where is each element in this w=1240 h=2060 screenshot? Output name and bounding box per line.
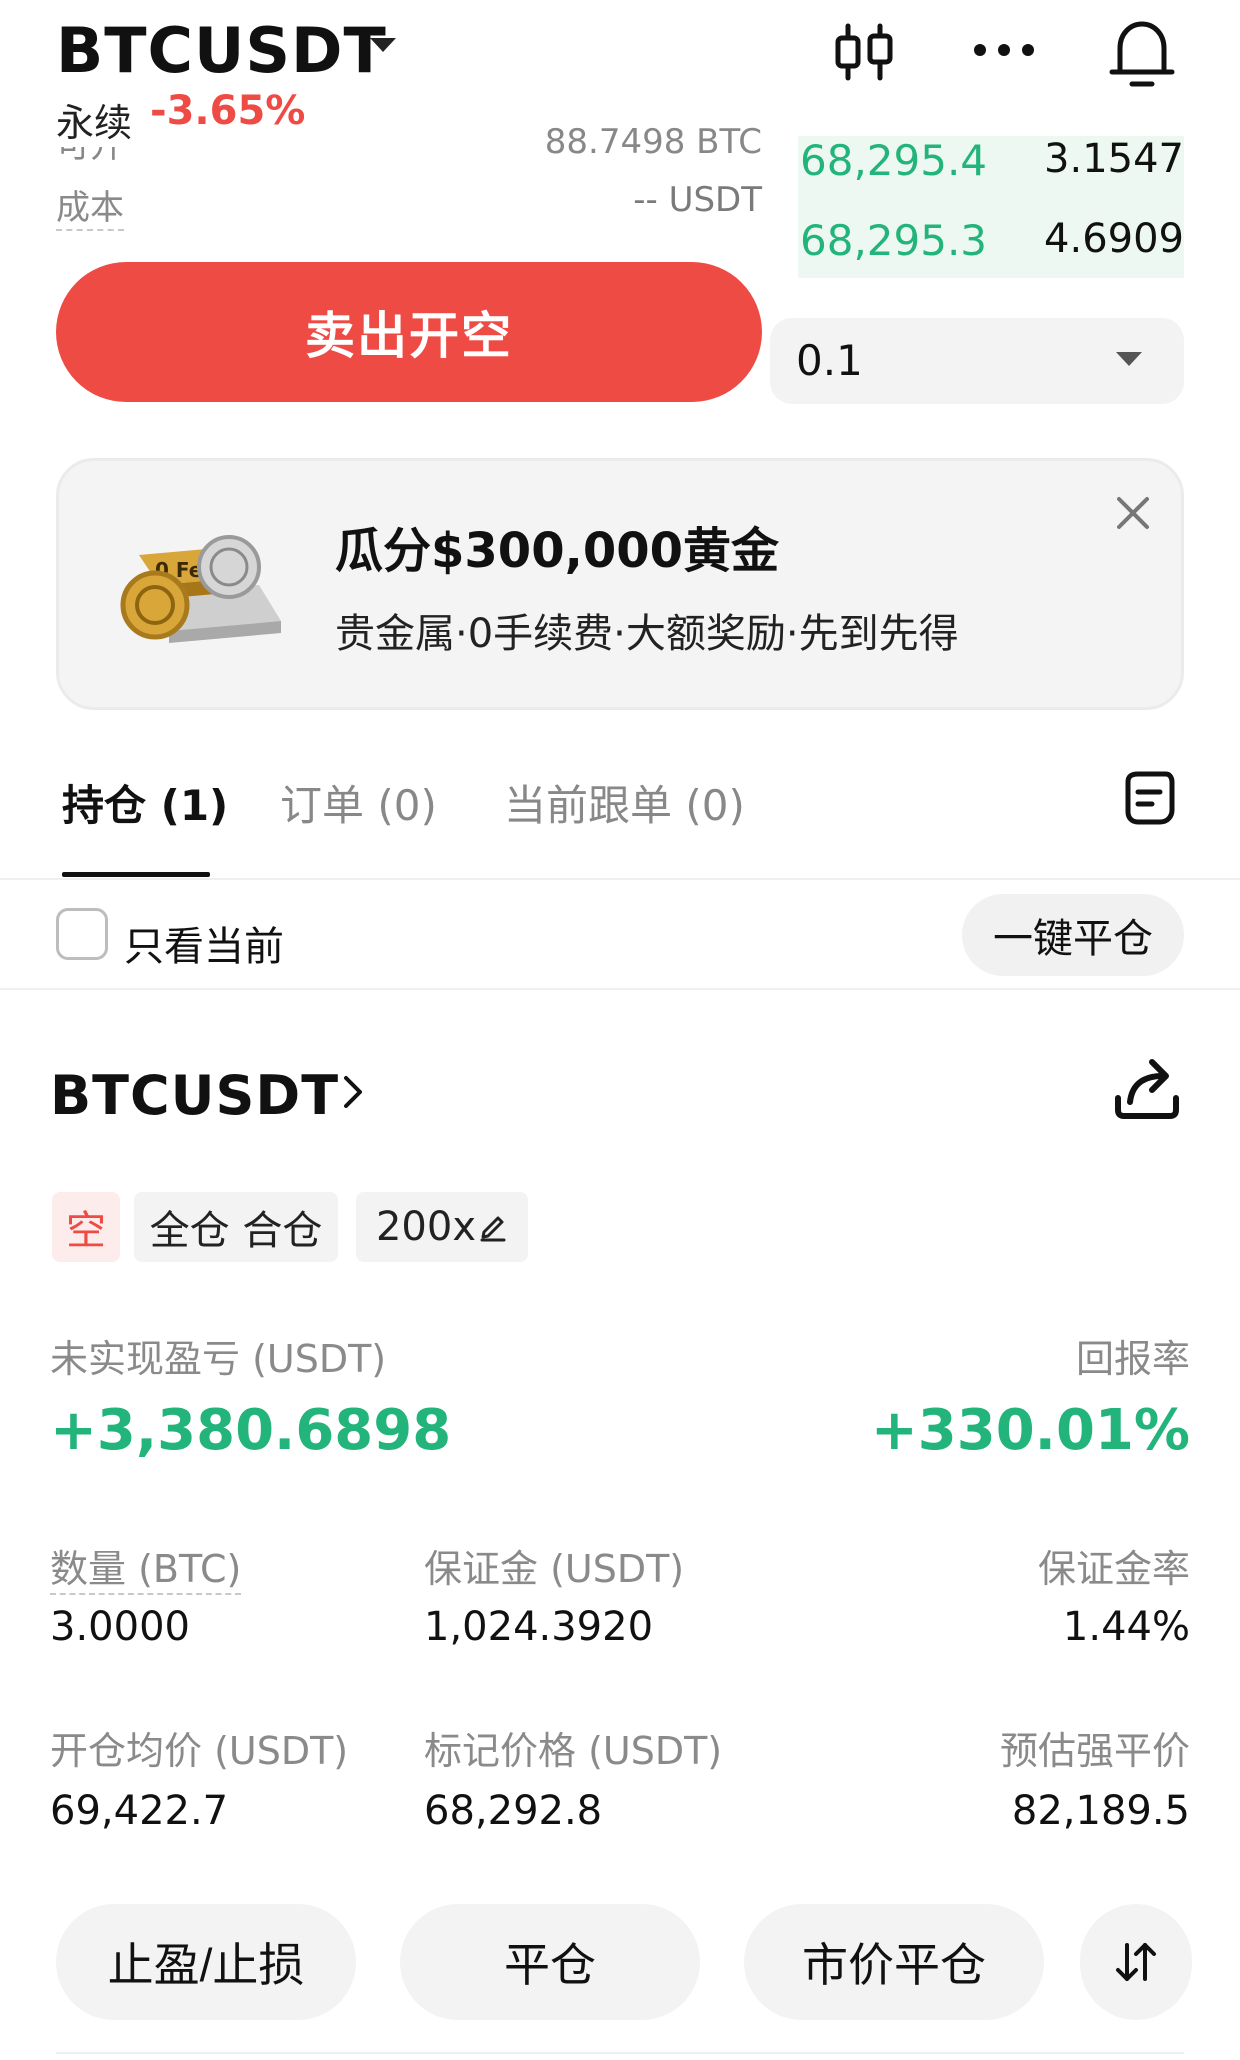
orderbook-row[interactable]: 68,295.3 4.6909 — [798, 216, 1184, 286]
mark-price-label: 标记价格 (USDT) — [424, 1729, 723, 1773]
promo-subtitle: 贵金属·0手续费·大额奖励·先到先得 — [335, 611, 959, 657]
margin-value: 1,024.3920 — [424, 1604, 654, 1650]
tab-orders[interactable]: 订单 (0) — [280, 772, 437, 833]
divider — [0, 988, 1240, 990]
position-symbol[interactable]: BTCUSDT — [50, 1064, 339, 1127]
liquidation-price-value: 82,189.5 — [1011, 1788, 1190, 1834]
sell-open-short-button[interactable]: 卖出开空 — [56, 262, 762, 402]
unrealized-pnl-label: 未实现盈亏 (USDT) — [50, 1337, 387, 1381]
chevron-right-icon[interactable] — [338, 1070, 368, 1114]
price-change-percent: -3.65% — [150, 88, 306, 134]
contract-type-label: 永续 — [56, 92, 133, 147]
entry-price-value: 69,422.7 — [50, 1788, 229, 1834]
mark-price-value: 68,292.8 — [424, 1788, 603, 1834]
close-position-button[interactable]: 平仓 — [400, 1904, 700, 2020]
more-icon[interactable] — [970, 24, 1038, 76]
swap-arrows-icon — [1116, 1943, 1156, 1981]
entry-price-label: 开仓均价 (USDT) — [50, 1729, 349, 1773]
roi-value: +330.01% — [870, 1398, 1190, 1463]
divider — [56, 2052, 1184, 2054]
promo-title: 瓜分$300,000黄金 — [335, 523, 780, 579]
tab-positions[interactable]: 持仓 (1) — [62, 772, 228, 833]
only-current-label[interactable]: 只看当前 — [124, 914, 284, 972]
orderbook-price: 68,295.4 — [800, 136, 988, 185]
leverage-tag[interactable]: 200x — [356, 1192, 528, 1262]
bell-icon[interactable] — [1106, 14, 1178, 90]
close-all-button[interactable]: 一键平仓 — [962, 894, 1184, 976]
available-value: 88.7498 BTC — [544, 122, 762, 156]
margin-rate-label: 保证金率 — [1037, 1547, 1190, 1591]
symbol-dropdown-caret-icon[interactable] — [370, 38, 396, 52]
tab-copy-trading[interactable]: 当前跟单 (0) — [504, 772, 745, 833]
orderbook-qty: 3.1547 — [1044, 136, 1184, 182]
margin-label: 保证金 (USDT) — [424, 1547, 685, 1591]
orderbook-row[interactable]: 68,295.4 3.1547 — [798, 136, 1184, 206]
liquidation-price-label: 预估强平价 — [999, 1729, 1190, 1773]
gold-coins-icon: 0 Fees — [120, 535, 281, 643]
roi-label: 回报率 — [1075, 1337, 1190, 1381]
orderbook-price: 68,295.3 — [800, 216, 988, 265]
orderbook-qty: 4.6909 — [1044, 216, 1184, 262]
margin-rate-value: 1.44% — [1062, 1604, 1190, 1650]
quantity-value: 0.1 — [796, 336, 863, 385]
promo-banner[interactable]: 0 Fees 瓜分$300,000黄金 贵金属·0手续费·大额奖励·先到先得 — [56, 458, 1184, 710]
quantity-label[interactable]: 数量 (BTC) — [50, 1538, 242, 1595]
take-profit-stop-loss-button[interactable]: 止盈/止损 — [56, 1904, 356, 2020]
only-current-checkbox[interactable] — [56, 908, 108, 960]
divider — [0, 878, 1240, 880]
cost-value: -- USDT — [633, 180, 762, 220]
order-history-icon[interactable] — [1120, 768, 1178, 828]
chevron-down-icon — [1116, 352, 1142, 366]
margin-mode-tag: 全仓 合仓 — [134, 1192, 338, 1262]
symbol-title[interactable]: BTCUSDT — [56, 14, 387, 87]
orderbook-bids: 68,295.4 3.1547 68,295.3 4.6909 — [798, 136, 1184, 278]
tab-active-indicator — [62, 872, 210, 877]
position-side-tag: 空 — [52, 1192, 120, 1262]
reverse-position-button[interactable] — [1080, 1904, 1192, 2020]
share-icon[interactable] — [1112, 1052, 1182, 1122]
market-close-button[interactable]: 市价平仓 — [744, 1904, 1044, 2020]
close-icon[interactable] — [1111, 491, 1155, 535]
cost-label: 成本 — [56, 180, 124, 231]
unrealized-pnl-value: +3,380.6898 — [50, 1398, 452, 1463]
candlestick-chart-icon[interactable] — [832, 22, 896, 82]
quantity-select[interactable]: 0.1 — [770, 318, 1184, 404]
edit-icon[interactable] — [478, 1212, 508, 1242]
quantity-value: 3.0000 — [50, 1604, 190, 1650]
leverage-value: 200x — [375, 1204, 477, 1250]
